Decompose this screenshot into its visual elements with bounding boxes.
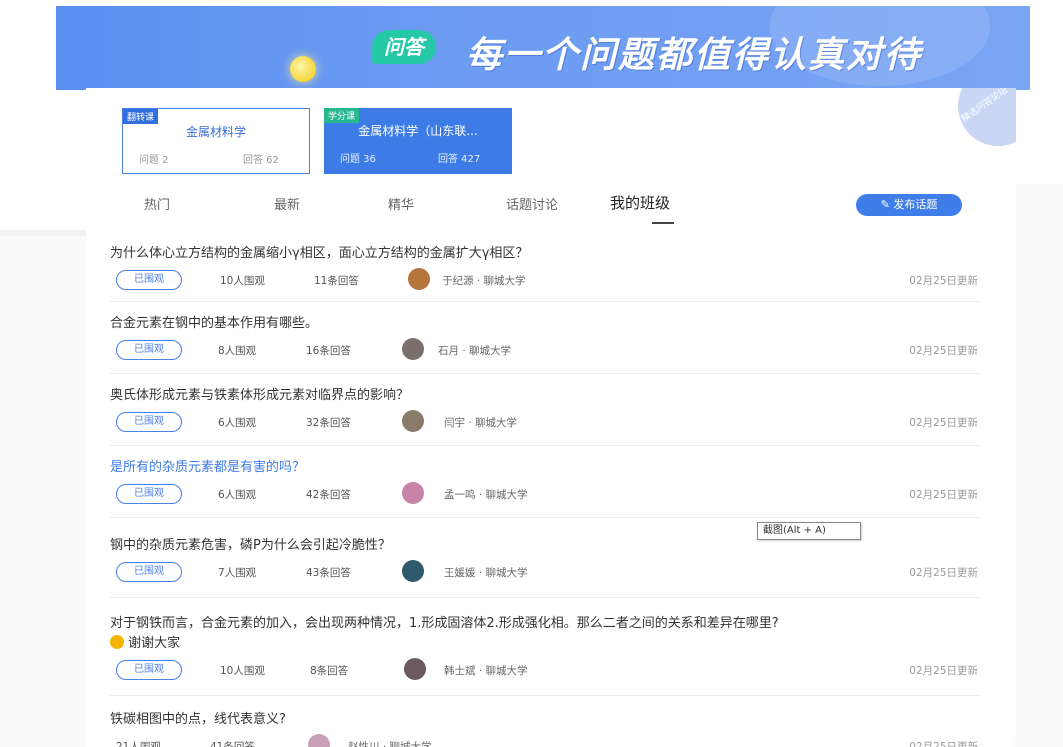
course-card-flipped[interactable]: 翻转课 金属材料学 问题 2 回答 62 — [122, 108, 310, 174]
view-count: 7人围观 — [218, 567, 257, 579]
answer-count: 43条回答 — [306, 567, 351, 579]
list-item[interactable]: 合金元素在钢中的基本作用有哪些。 已围观 8人围观 16条回答 石月 · 聊城大… — [110, 302, 980, 374]
tab-latest[interactable]: 最新 — [274, 194, 300, 213]
course-name: 金属材料学（山东联... — [358, 124, 478, 138]
screenshot-tooltip: 截图(Alt + A) — [757, 522, 861, 540]
avatar[interactable] — [402, 338, 424, 360]
updated-date: 02月25日更新 — [909, 417, 978, 429]
question-title[interactable]: 合金元素在钢中的基本作用有哪些。 — [110, 302, 980, 334]
right-background — [1015, 184, 1063, 747]
course-name: 金属材料学 — [185, 125, 246, 139]
view-count: 21人围观 — [116, 741, 161, 747]
tab-bar: 热门 最新 精华 话题讨论 我的班级 ✎ 发布话题 — [86, 184, 1016, 228]
updated-date: 02月25日更新 — [909, 489, 978, 501]
course-question-count: 问题 2 — [139, 155, 169, 166]
updated-date: 02月25日更新 — [909, 275, 978, 287]
view-count: 6人围观 — [218, 417, 257, 429]
author-name[interactable]: 石月 · 聊城大学 — [438, 343, 511, 358]
corner-ribbon: 精选问答论坛 — [958, 88, 1016, 146]
question-title[interactable]: 铁碳相图中的点，线代表意义? — [110, 696, 980, 730]
question-title[interactable]: 是所有的杂质元素都是有害的吗？ — [110, 446, 980, 478]
author-name[interactable]: 闫宇 · 聊城大学 — [444, 415, 517, 430]
author-name[interactable]: 王媛媛 · 聊城大学 — [444, 565, 528, 580]
view-count: 10人围观 — [220, 665, 265, 677]
page: 问答 每一个问题都值得认真对待 精选问答论坛 翻转课 金属材料学 问题 2 回答… — [0, 0, 1063, 747]
post-topic-button[interactable]: ✎ 发布话题 — [856, 194, 962, 216]
avatar[interactable] — [402, 482, 424, 504]
author-name[interactable]: 孟一鸣 · 聊城大学 — [444, 487, 528, 502]
banner-slogan: 每一个问题都值得认真对待 — [466, 35, 923, 76]
answer-count: 11条回答 — [314, 275, 359, 287]
smile-emoji-icon — [110, 635, 124, 649]
tab-hot[interactable]: 热门 — [144, 194, 170, 213]
updated-date: 02月25日更新 — [909, 665, 978, 677]
course-question-count: 问题 36 — [340, 154, 376, 165]
view-count: 8人围观 — [218, 345, 257, 357]
course-answer-count: 回答 427 — [438, 154, 481, 165]
author-name[interactable]: 韩士斌 · 聊城大学 — [444, 663, 528, 678]
tab-featured[interactable]: 精华 — [388, 194, 414, 213]
watched-badge: 已围观 — [116, 412, 182, 432]
watched-badge: 已围观 — [116, 340, 182, 360]
course-tag: 翻转课 — [123, 109, 159, 124]
author-name[interactable]: 于纪源 · 聊城大学 — [442, 273, 526, 288]
question-title-line2[interactable]: 谢谢大家 — [110, 634, 980, 654]
watched-badge: 已围观 — [116, 660, 182, 680]
tab-topics[interactable]: 话题讨论 — [506, 194, 558, 213]
lightbulb-icon — [290, 56, 316, 82]
list-item[interactable]: 为什么体心立方结构的金属缩小γ相区，面心立方结构的金属扩大γ相区？ 已围观 10… — [110, 236, 980, 302]
list-item[interactable]: 是所有的杂质元素都是有害的吗？ 已围观 6人围观 42条回答 孟一鸣 · 聊城大… — [110, 446, 980, 518]
avatar[interactable] — [408, 268, 430, 290]
active-tab-indicator — [652, 222, 674, 224]
qa-badge: 问答 — [372, 30, 436, 64]
watched-badge: 已围观 — [116, 484, 182, 504]
avatar[interactable] — [402, 560, 424, 582]
view-count: 6人围观 — [218, 489, 257, 501]
updated-date: 02月25日更新 — [909, 345, 978, 357]
answer-count: 8条回答 — [310, 665, 349, 677]
pencil-icon: ✎ — [880, 198, 894, 211]
answer-count: 16条回答 — [306, 345, 351, 357]
answer-count: 32条回答 — [306, 417, 351, 429]
answer-count: 41条回答 — [210, 741, 255, 747]
watched-badge: 已围观 — [116, 270, 182, 290]
qa-banner: 问答 每一个问题都值得认真对待 — [56, 6, 1030, 90]
divider-bar — [0, 230, 86, 236]
avatar[interactable] — [308, 734, 330, 747]
watched-badge: 已围观 — [116, 562, 182, 582]
updated-date: 02月25日更新 — [909, 567, 978, 579]
avatar[interactable] — [404, 658, 426, 680]
question-title[interactable]: 对于钢铁而言，合金元素的加入，会出现两种情况，1.形成固溶体2.形成强化相。那么… — [110, 598, 980, 634]
list-item[interactable]: 铁碳相图中的点，线代表意义? 21人围观 41条回答 赵性川 · 聊城大学 02… — [110, 696, 980, 747]
updated-date: 02月25日更新 — [909, 741, 978, 747]
author-name[interactable]: 赵性川 · 聊城大学 — [348, 739, 432, 747]
post-topic-label: 发布话题 — [893, 198, 938, 211]
question-title[interactable]: 奥氏体形成元素与铁素体形成元素对临界点的影响？ — [110, 374, 980, 406]
view-count: 10人围观 — [220, 275, 265, 287]
course-card-credit[interactable]: 学分课 金属材料学（山东联... 问题 36 回答 427 — [324, 108, 512, 174]
course-tag: 学分课 — [324, 108, 360, 123]
course-answer-count: 回答 62 — [243, 155, 279, 166]
tab-my-class[interactable]: 我的班级 — [610, 192, 670, 213]
avatar[interactable] — [402, 410, 424, 432]
question-list: 为什么体心立方结构的金属缩小γ相区，面心立方结构的金属扩大γ相区？ 已围观 10… — [110, 236, 980, 747]
list-item[interactable]: 对于钢铁而言，合金元素的加入，会出现两种情况，1.形成固溶体2.形成强化相。那么… — [110, 598, 980, 696]
left-background — [0, 234, 86, 747]
list-item[interactable]: 奥氏体形成元素与铁素体形成元素对临界点的影响？ 已围观 6人围观 32条回答 闫… — [110, 374, 980, 446]
question-title[interactable]: 为什么体心立方结构的金属缩小γ相区，面心立方结构的金属扩大γ相区？ — [110, 236, 980, 264]
answer-count: 42条回答 — [306, 489, 351, 501]
